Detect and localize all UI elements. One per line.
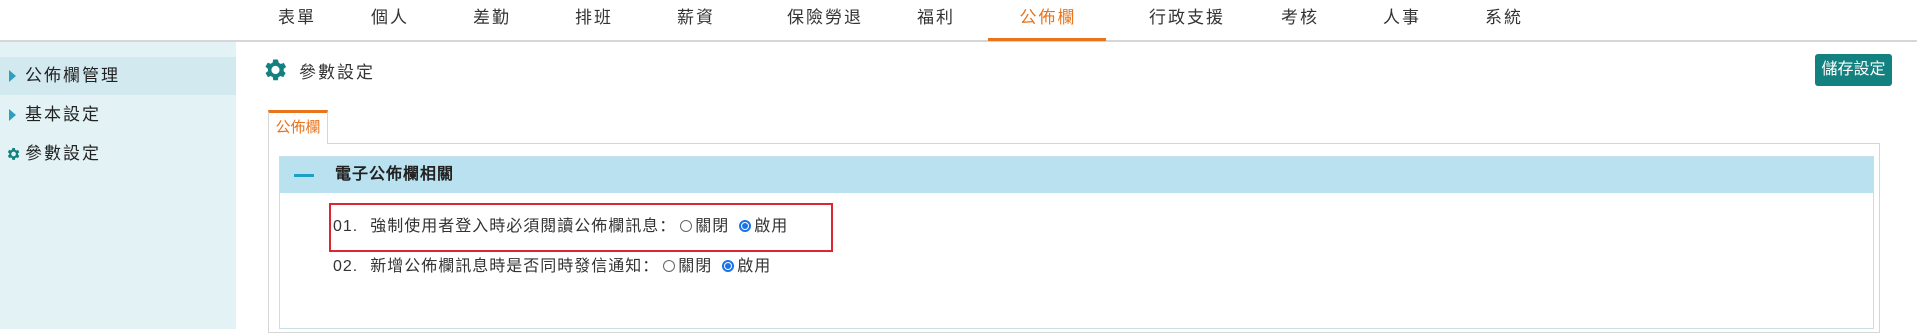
save-settings-button[interactable]: 儲存設定 [1815,54,1892,86]
radio-button[interactable] [663,260,676,272]
setting-number: 02. [333,258,359,275]
nav-item-hr[interactable]: 人事 [1376,0,1428,40]
nav-item-admin-support[interactable]: 行政支援 [1137,0,1237,40]
tab-bulletin[interactable]: 公佈欄 [268,110,328,144]
nav-item-evaluation[interactable]: 考核 [1274,0,1326,40]
radio-option-off[interactable]: 關閉 [659,258,712,275]
nav-item-bulletin[interactable]: 公佈欄 [1010,0,1086,40]
radio-option-off[interactable]: 關閉 [676,218,729,235]
top-navigation: 表單 個人 差勤 排班 薪資 保險勞退 福利 公佈欄 行政支援 考核 人事 系統 [0,0,1917,42]
triangle-right-icon [9,109,16,121]
setting-row-email-notify: 02. 新增公佈欄訊息時是否同時發信通知： 關閉 啟用 [333,252,771,282]
radio-option-on[interactable]: 啟用 [735,218,788,235]
section-header[interactable]: 電子公佈欄相關 [280,157,1873,193]
gear-icon [7,148,20,160]
radio-option-on[interactable]: 啟用 [718,258,771,275]
nav-item-personal[interactable]: 個人 [364,0,416,40]
page-title: 參數設定 [299,63,375,82]
nav-item-shift[interactable]: 排班 [568,0,620,40]
section-title: 電子公佈欄相關 [335,166,455,183]
sidebar-item-label: 參數設定 [25,144,101,163]
setting-number: 01. [333,218,359,235]
nav-item-forms[interactable]: 表單 [262,0,332,40]
radio-label: 啟用 [754,218,789,235]
sidebar-item-label: 公佈欄管理 [25,66,120,85]
sidebar-item-parameter-settings[interactable]: 參數設定 [0,135,236,173]
nav-item-insurance[interactable]: 保險勞退 [775,0,875,40]
triangle-right-icon [9,70,16,82]
sidebar-item-basic-settings[interactable]: 基本設定 [0,96,236,134]
radio-label: 啟用 [737,258,772,275]
setting-label: 強制使用者登入時必須閱讀公佈欄訊息： [370,218,677,235]
nav-item-attendance[interactable]: 差勤 [466,0,518,40]
setting-row-force-read: 01. 強制使用者登入時必須閱讀公佈欄訊息： 關閉 啟用 [333,212,788,242]
radio-button-selected[interactable] [722,260,735,272]
sidebar: 公佈欄管理 基本設定 參數設定 [0,42,236,329]
nav-item-salary[interactable]: 薪資 [670,0,722,40]
sidebar-item-label: 基本設定 [25,105,101,124]
collapse-minus-icon[interactable] [294,174,314,177]
nav-item-welfare[interactable]: 福利 [910,0,962,40]
nav-item-system[interactable]: 系統 [1478,0,1530,40]
sidebar-item-bulletin-management[interactable]: 公佈欄管理 [0,57,236,95]
radio-label: 關閉 [678,258,713,275]
nav-active-indicator [988,38,1106,41]
gear-icon [265,59,287,81]
settings-section: 電子公佈欄相關 01. 強制使用者登入時必須閱讀公佈欄訊息： 關閉 啟用 02. 新增公… [279,156,1874,329]
radio-label: 關閉 [695,218,730,235]
radio-button[interactable] [680,220,693,232]
radio-button-selected[interactable] [739,220,752,232]
setting-label: 新增公佈欄訊息時是否同時發信通知： [370,258,660,275]
